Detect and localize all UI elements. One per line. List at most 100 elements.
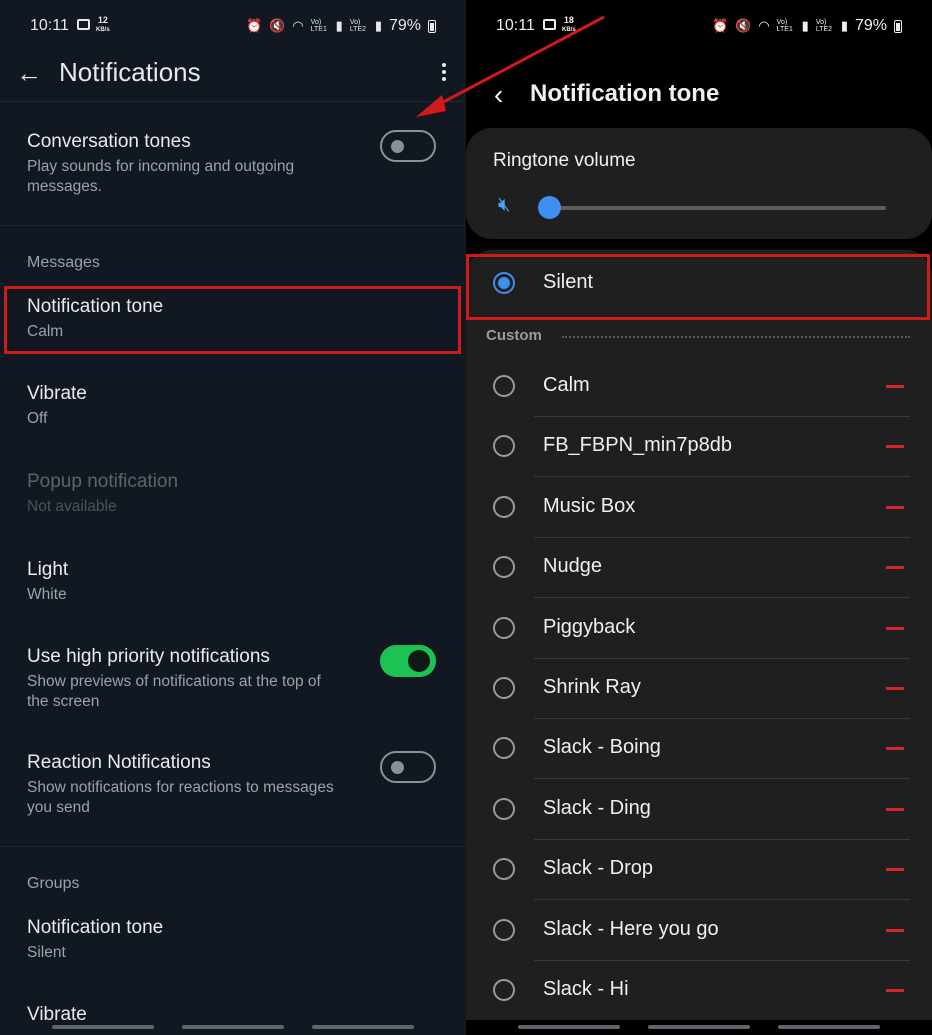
toggle-knob	[408, 650, 430, 672]
signal-lte2: Vo) LTE2	[349, 19, 367, 33]
dotted-divider	[562, 336, 910, 338]
tone-option[interactable]: Shrink Ray	[466, 659, 932, 719]
remove-icon[interactable]	[886, 868, 904, 872]
popup-notification-value: Not available	[27, 498, 117, 515]
nav-pill[interactable]	[648, 1025, 750, 1029]
divider	[0, 101, 466, 102]
nav-pill[interactable]	[518, 1025, 620, 1029]
radio-button-selected[interactable]	[493, 272, 515, 294]
radio-button[interactable]	[493, 435, 515, 458]
wifi-icon: ◠	[758, 18, 770, 33]
groups-section-header: Groups	[27, 875, 80, 892]
silent-label: Silent	[543, 271, 594, 293]
nav-pill[interactable]	[312, 1025, 414, 1029]
radio-button[interactable]	[493, 677, 515, 699]
conversation-tones-desc: Play sounds for incoming and outgoing me…	[27, 158, 295, 195]
reaction-notifications-toggle[interactable]	[380, 751, 436, 783]
battery-icon	[894, 19, 902, 33]
remove-icon[interactable]	[886, 445, 904, 449]
tone-label: Slack - Hi	[543, 978, 629, 1000]
radio-button[interactable]	[493, 737, 515, 760]
nav-pill[interactable]	[182, 1025, 284, 1029]
high-priority-toggle[interactable]	[380, 645, 436, 677]
tone-label: FB_FBPN_min7p8db	[543, 434, 732, 457]
more-vert-icon[interactable]	[442, 60, 448, 84]
radio-button[interactable]	[493, 858, 515, 881]
header: ‹ Notification tone	[466, 75, 932, 115]
notification-tone-row[interactable]: Notification tone Calm	[27, 296, 436, 342]
mute-icon: 🔇	[269, 18, 286, 33]
remove-icon[interactable]	[886, 505, 904, 509]
app-bar: ← Notifications	[0, 52, 466, 100]
tone-option[interactable]: Slack - Here you go	[466, 901, 932, 961]
page-title: Notification tone	[530, 80, 720, 107]
radio-button[interactable]	[493, 556, 515, 579]
remove-icon[interactable]	[886, 928, 904, 932]
volume-mute-icon[interactable]: 🔇︎	[498, 194, 511, 217]
light-row[interactable]: Light White	[27, 559, 436, 605]
tone-label: Music Box	[543, 494, 636, 517]
tone-label: Slack - Boing	[543, 736, 661, 759]
status-icons: ⏰ 🔇 ◠ Vo) LTE1 ▮ Vo) LTE2 ▮ 79%	[712, 17, 902, 35]
alarm-icon: ⏰	[711, 18, 729, 33]
divider	[0, 225, 466, 226]
light-value: White	[27, 586, 67, 603]
volume-slider-thumb[interactable]	[538, 196, 561, 219]
alarm-icon: ⏰	[245, 18, 263, 33]
remove-icon[interactable]	[886, 807, 904, 811]
radio-button[interactable]	[493, 495, 515, 518]
messages-section-header: Messages	[27, 254, 100, 271]
radio-button[interactable]	[493, 979, 515, 1001]
mute-icon: 🔇	[735, 18, 752, 33]
image-icon	[77, 19, 90, 30]
nav-bar	[466, 1023, 932, 1031]
radio-button[interactable]	[493, 616, 515, 639]
tone-option[interactable]: Slack - Boing	[466, 719, 932, 779]
remove-icon[interactable]	[886, 687, 904, 690]
tone-label: Piggyback	[543, 615, 636, 638]
nav-pill[interactable]	[52, 1025, 154, 1029]
tone-option[interactable]: Slack - Ding	[466, 780, 932, 840]
custom-section-header: Custom	[486, 326, 912, 348]
tone-option[interactable]: Slack - Hi	[466, 961, 932, 1021]
remove-icon[interactable]	[886, 747, 904, 751]
signal-lte2: Vo) LTE2	[815, 19, 833, 33]
notifications-screen: 10:11 12 KB/s ⏰ 🔇 ◠ Vo) LTE1 ▮ Vo) LTE2 ▮…	[0, 0, 466, 1035]
tone-option[interactable]: Nudge	[466, 538, 932, 598]
tone-option[interactable]: FB_FBPN_min7p8db	[466, 417, 932, 477]
tone-option[interactable]: Calm	[466, 357, 932, 417]
notification-tone-title: Notification tone	[27, 296, 164, 317]
tone-label: Calm	[543, 374, 590, 396]
signal-icon: ▮	[840, 18, 848, 33]
remove-icon[interactable]	[886, 385, 904, 388]
radio-button[interactable]	[493, 797, 515, 820]
conversation-tones-row[interactable]: Conversation tones Play sounds for incom…	[27, 131, 346, 197]
status-time: 10:11	[30, 17, 69, 34]
tone-label: Slack - Drop	[543, 857, 654, 880]
radio-button[interactable]	[493, 375, 515, 397]
tone-option[interactable]: Slack - Drop	[466, 840, 932, 900]
remove-icon[interactable]	[886, 626, 904, 630]
reaction-notifications-row[interactable]: Reaction Notifications Show notification…	[27, 752, 346, 818]
high-priority-row[interactable]: Use high priority notifications Show pre…	[27, 646, 346, 712]
toggle-knob	[391, 140, 404, 153]
volume-slider-track[interactable]	[550, 206, 886, 210]
vibrate-row[interactable]: Vibrate Off	[27, 383, 436, 429]
remove-icon[interactable]	[886, 566, 904, 570]
tone-label: Slack - Ding	[543, 796, 651, 819]
back-arrow-icon[interactable]: ←	[16, 58, 42, 89]
status-icons: ⏰ 🔇 ◠ Vo) LTE1 ▮ Vo) LTE2 ▮ 79%	[246, 17, 436, 35]
ringtone-volume-label: Ringtone volume	[493, 150, 636, 171]
chevron-left-icon[interactable]: ‹	[494, 79, 503, 111]
nav-pill[interactable]	[778, 1025, 880, 1029]
group-notification-tone-row[interactable]: Notification tone Silent	[27, 917, 436, 963]
battery-percent: 79%	[388, 17, 421, 34]
signal-lte1: Vo) LTE1	[776, 19, 793, 33]
tone-label: Shrink Ray	[543, 676, 641, 698]
remove-icon[interactable]	[886, 989, 904, 992]
tone-option[interactable]: Music Box	[466, 478, 932, 538]
silent-option[interactable]: Silent	[466, 254, 932, 314]
radio-button[interactable]	[493, 918, 515, 941]
tone-option[interactable]: Piggyback	[466, 599, 932, 659]
conversation-tones-toggle[interactable]	[380, 130, 436, 162]
